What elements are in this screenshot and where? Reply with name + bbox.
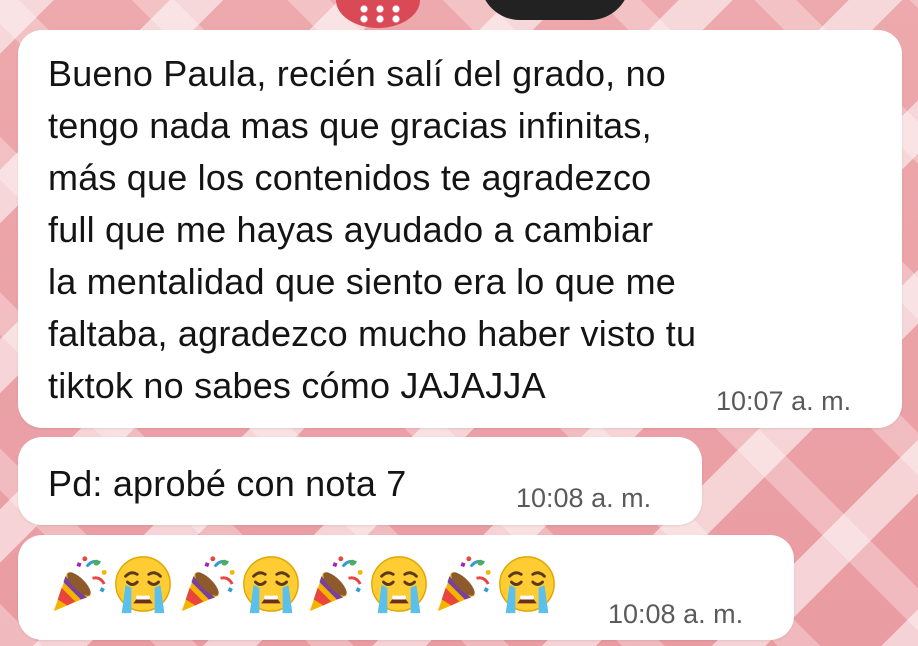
loudly-crying-face-icon bbox=[240, 553, 302, 615]
loudly-crying-face-icon bbox=[496, 553, 558, 615]
party-popper-icon bbox=[304, 553, 366, 615]
message-timestamp: 10:08 a. m. bbox=[608, 599, 744, 629]
message-bubble[interactable]: 10:08 a. m. bbox=[18, 535, 794, 640]
message-text: Pd: aprobé con nota 7 bbox=[48, 463, 407, 504]
loudly-crying-face-icon bbox=[112, 553, 174, 615]
party-popper-icon bbox=[176, 553, 238, 615]
emoji-row bbox=[48, 553, 558, 615]
message-timestamp: 10:07 a. m. bbox=[716, 386, 852, 416]
loudly-crying-face-icon bbox=[368, 553, 430, 615]
message-text: Bueno Paula, recién salí del grado, no t… bbox=[48, 53, 697, 406]
party-popper-icon bbox=[48, 553, 110, 615]
wallpaper-decoration-dots bbox=[356, 4, 404, 24]
party-popper-icon bbox=[432, 553, 494, 615]
message-bubble[interactable]: Bueno Paula, recién salí del grado, no t… bbox=[18, 30, 902, 428]
message-bubble[interactable]: Pd: aprobé con nota 7 10:08 a. m. bbox=[18, 437, 702, 525]
message-timestamp: 10:08 a. m. bbox=[516, 483, 652, 513]
